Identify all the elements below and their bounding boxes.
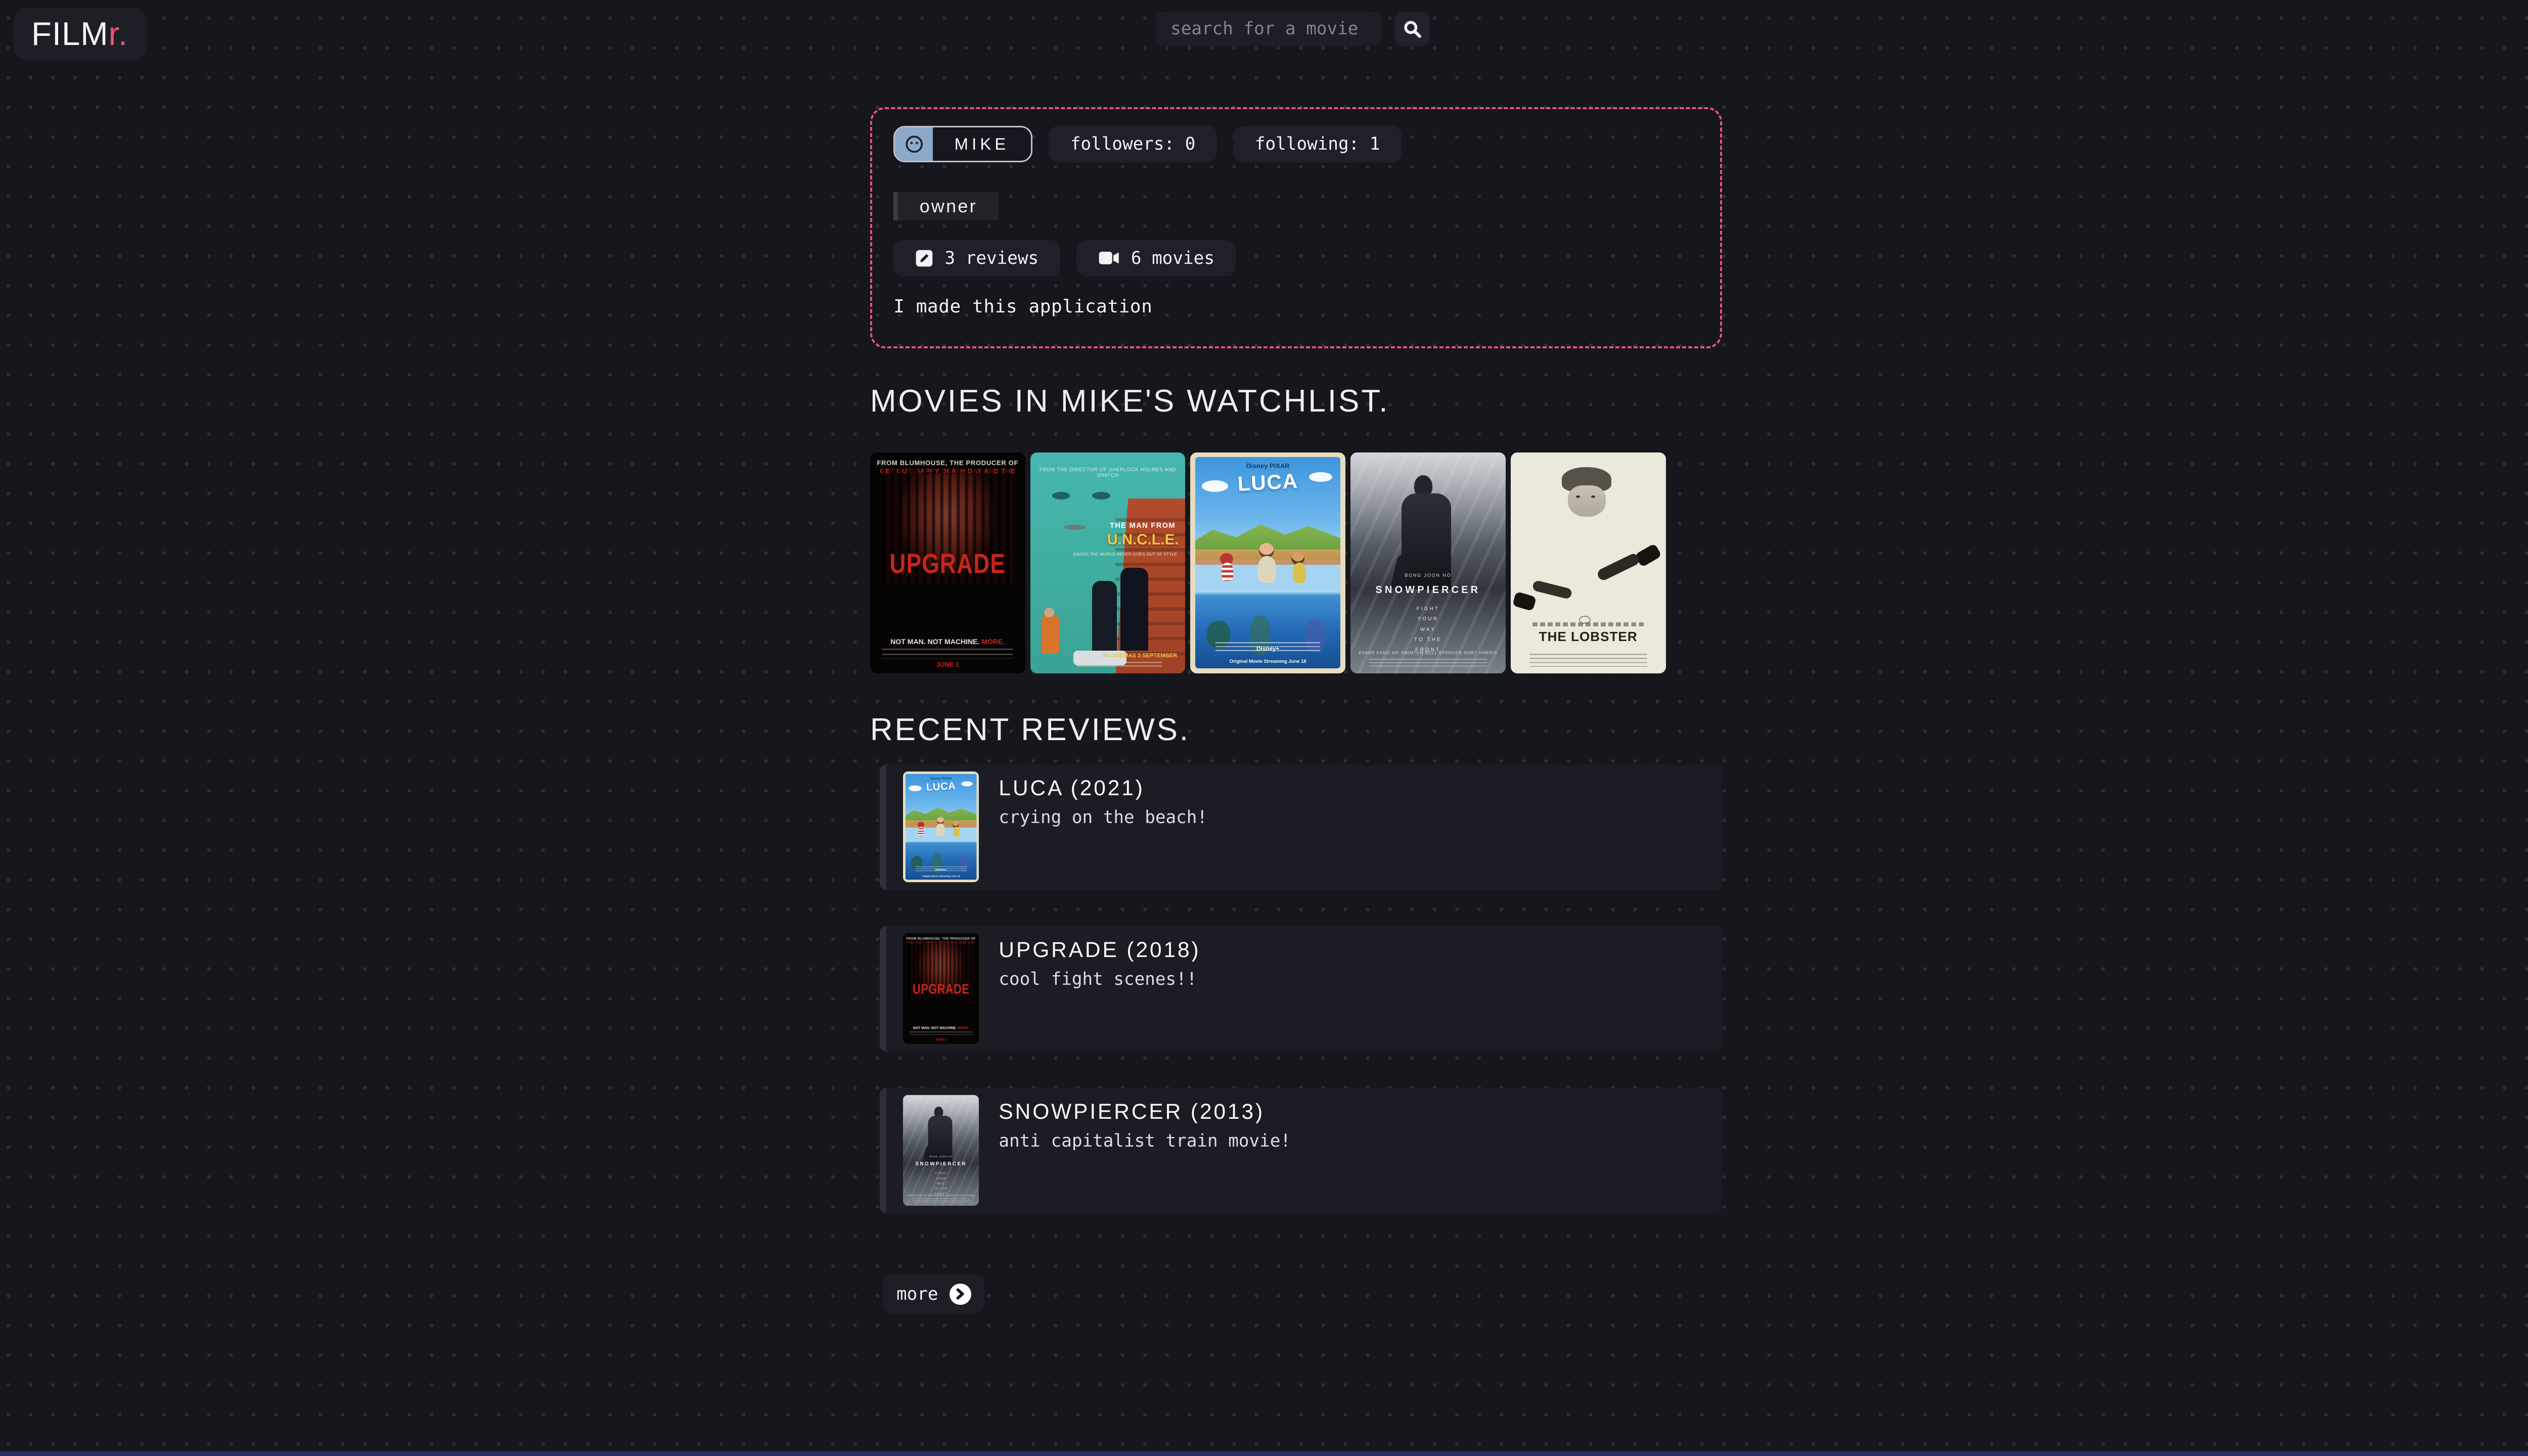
poster-pre-title: THE MAN FROM — [1109, 521, 1176, 530]
poster-director: BONG JOON HO — [1405, 573, 1452, 578]
review-card-luca[interactable]: Disney PIXAR LUCA Disney+ Original Movie… — [880, 764, 1722, 890]
profile-bio: I made this application — [893, 296, 1153, 317]
poster-top-credits: FROM BLUMHOUSE, THE PRODUCER OF GET OUT,… — [906, 936, 976, 949]
watchlist-heading: MOVIES IN MIKE'S WATCHLIST. — [870, 383, 1390, 419]
logo[interactable]: FILM r. — [13, 8, 146, 60]
poster-cast: EVANS KANG HO SWINTON BELL SPENCER HURT … — [1359, 651, 1498, 656]
poster-director-line: FROM THE DIRECTOR OF SHERLOCK HOLMES AND… — [1039, 467, 1177, 479]
review-text: anti capitalist train movie! — [999, 1130, 1291, 1151]
role-row: owner — [893, 189, 1698, 220]
poster-title: SNOWPIERCER — [1375, 584, 1481, 596]
review-movie-title: LUCA (2021) — [999, 776, 1145, 800]
profile-card: MIKE followers: 0 following: 1 owner 3 r… — [870, 107, 1722, 348]
review-thumb: Disney PIXAR LUCA Disney+ Original Movie… — [903, 771, 979, 883]
poster-art-water — [1195, 590, 1341, 669]
poster-art-hand — [1531, 579, 1573, 600]
review-thumb: FROM BLUMHOUSE, THE PRODUCER OF GET OUT,… — [903, 933, 979, 1044]
review-text: cool fight scenes!! — [999, 969, 1197, 989]
poster-title: SNOWPIERCER — [915, 1161, 967, 1167]
profile-stats-row: 3 reviews 6 movies — [893, 240, 1698, 277]
review-text: crying on the beach! — [999, 807, 1208, 828]
watchlist-poster-snowpiercer[interactable]: BONG JOON HO SNOWPIERCER FIGHT YOUR WAY … — [1350, 452, 1506, 674]
video-camera-icon — [1099, 252, 1119, 265]
poster-release-date: Original Movie Streaming June 18 — [922, 875, 960, 878]
poster-tagline: NOT MAN. NOT MACHINE. MORE. — [913, 1026, 969, 1030]
main-content: MIKE followers: 0 following: 1 owner 3 r… — [870, 0, 1722, 1314]
poster-art-hills — [1195, 524, 1341, 560]
poster-art-face — [1568, 485, 1606, 517]
poster-tagline: FIGHT YOUR WAY TO THE FRONT — [1414, 606, 1442, 653]
pencil-square-icon — [916, 250, 932, 267]
watchlist-poster-upgrade: FROM BLUMHOUSE, THE PRODUCER OF GET OUT,… — [903, 933, 979, 1044]
review-thumb: BONG JOON HO SNOWPIERCER FIGHT YOUR WAY … — [903, 1095, 979, 1206]
poster-platform: Disney+ — [935, 868, 947, 872]
poster-art-water — [905, 841, 977, 880]
profile-name-chip[interactable]: MIKE — [893, 125, 1032, 162]
role-badge: owner — [893, 192, 999, 220]
poster-release-date: JUNE 1 — [935, 1037, 947, 1042]
poster-art-hills — [905, 807, 977, 826]
more-reviews-button[interactable]: more — [883, 1274, 984, 1314]
poster-credit-block — [1529, 654, 1647, 667]
poster-cast: EVANS KANG HO SWINTON BELL SPENCER HURT … — [907, 1194, 975, 1197]
reviews-count-badge: 3 reviews — [893, 240, 1060, 277]
review-card-upgrade[interactable]: FROM BLUMHOUSE, THE PRODUCER OF GET OUT,… — [880, 926, 1722, 1052]
poster-tagline: NOT MAN. NOT MACHINE. MORE. — [890, 637, 1005, 646]
poster-release-date: JUNE 1 — [936, 661, 960, 669]
watchlist-poster-lobster[interactable]: THE LOBSTER — [1510, 452, 1666, 674]
poster-credit-block — [1369, 658, 1487, 669]
poster-credit-block — [909, 1031, 973, 1037]
poster-release-date: Original Movie Streaming June 18 — [1229, 659, 1306, 665]
watchlist-poster-upgrade[interactable]: FROM BLUMHOUSE, THE PRODUCER OF GET OUT,… — [870, 452, 1025, 674]
followers-badge: followers: 0 — [1049, 125, 1217, 162]
poster-title: UPGRADE — [912, 981, 970, 997]
logo-film: FILM — [31, 15, 109, 53]
bottom-accent-bar — [0, 1451, 2528, 1456]
poster-title: THE LOBSTER — [1539, 629, 1638, 645]
watchlist-poster-uncle[interactable]: FROM THE DIRECTOR OF SHERLOCK HOLMES AND… — [1030, 452, 1186, 674]
poster-top-credits: FROM BLUMHOUSE, THE PRODUCER OF GET OUT,… — [877, 459, 1019, 483]
poster-art-hand — [1596, 552, 1642, 582]
poster-title: LUCA — [1237, 469, 1299, 495]
poster-title: LUCA — [926, 780, 957, 793]
avatar — [895, 127, 933, 161]
movies-count-badge: 6 movies — [1076, 240, 1236, 277]
review-movie-title: SNOWPIERCER (2013) — [999, 1099, 1265, 1123]
more-label: more — [896, 1284, 938, 1304]
watchlist-poster-snowpiercer: BONG JOON HO SNOWPIERCER FIGHT YOUR WAY … — [903, 1095, 979, 1206]
poster-subtitle: SAVING THE WORLD NEVER GOES OUT OF STYLE — [1073, 551, 1178, 557]
poster-title: UPGRADE — [889, 548, 1006, 579]
profile-name: MIKE — [954, 134, 1010, 153]
poster-director: BONG JOON HO — [929, 1155, 953, 1158]
poster-credit-block — [1076, 662, 1162, 669]
watchlist-poster-strip: FROM BLUMHOUSE, THE PRODUCER OF GET OUT,… — [870, 452, 1722, 674]
profile-identity-row: MIKE followers: 0 following: 1 — [893, 125, 1698, 162]
watchlist-poster-luca: Disney PIXAR LUCA Disney+ Original Movie… — [903, 771, 979, 883]
poster-credit-block — [912, 1198, 970, 1204]
reviews-heading: RECENT REVIEWS. — [870, 712, 1191, 747]
review-list: Disney PIXAR LUCA Disney+ Original Movie… — [870, 764, 1722, 1213]
logo-accent: r. — [108, 15, 128, 53]
poster-platform: Disney+ — [1256, 645, 1280, 652]
review-movie-title: UPGRADE (2018) — [999, 937, 1201, 962]
page: { "app": { "logo_film": "FILM", "logo_ac… — [0, 0, 2528, 1456]
poster-credit-block — [882, 649, 1013, 659]
poster-tagline: FIGHT YOUR WAY TO THE FRONT — [934, 1172, 948, 1196]
poster-release-date: IN CINEMAS 3 SEPTEMBER — [1103, 652, 1178, 659]
watchlist-poster-luca[interactable]: Disney PIXAR LUCA Disney+ Original Movie… — [1190, 452, 1346, 674]
following-badge: following: 1 — [1233, 125, 1402, 162]
face-icon — [905, 135, 923, 153]
chevron-right-icon — [950, 1283, 971, 1305]
poster-title: U.N.C.L.E. — [1107, 531, 1179, 549]
review-card-snowpiercer[interactable]: BONG JOON HO SNOWPIERCER FIGHT YOUR WAY … — [880, 1087, 1722, 1213]
